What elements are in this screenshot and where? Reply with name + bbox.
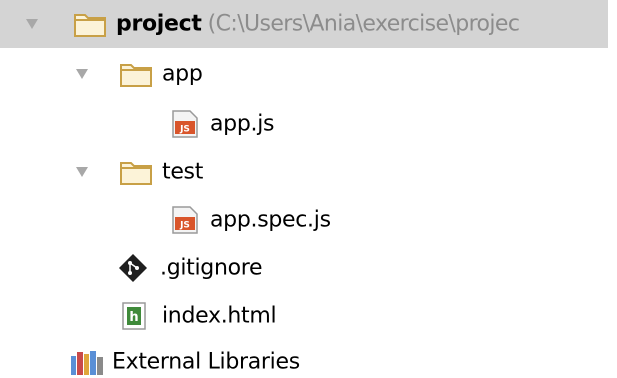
tree-node-app[interactable]: app [0, 50, 617, 98]
tree-node-app-spec-js[interactable]: JS app.spec.js [0, 196, 617, 244]
project-tree: project (C:\Users\Ania\exercise\projec ap… [0, 0, 617, 378]
tree-node-label: app [162, 61, 203, 87]
html-file-icon: h [122, 302, 146, 330]
folder-icon [120, 64, 152, 87]
gitignore-icon [119, 254, 147, 282]
project-path: (C:\Users\Ania\exercise\projec [207, 11, 520, 37]
tree-node-gitignore[interactable]: .gitignore [0, 244, 617, 292]
js-file-icon: JS [172, 206, 198, 234]
libraries-icon [71, 351, 103, 375]
tree-node-index-html[interactable]: h index.html [0, 292, 617, 340]
tree-node-test[interactable]: test [0, 148, 617, 196]
tree-node-label: External Libraries [112, 349, 300, 375]
svg-text:JS: JS [179, 125, 190, 135]
tree-node-project[interactable]: project (C:\Users\Ania\exercise\projec [0, 0, 608, 48]
tree-node-app-js[interactable]: JS app.js [0, 100, 617, 148]
chevron-down-icon[interactable] [76, 69, 88, 79]
chevron-down-icon[interactable] [26, 19, 38, 29]
folder-icon [120, 162, 152, 185]
folder-icon [74, 14, 106, 37]
tree-node-label: test [162, 159, 204, 185]
svg-text:JS: JS [179, 221, 190, 231]
js-file-icon: JS [172, 110, 198, 138]
chevron-down-icon[interactable] [76, 167, 88, 177]
tree-node-label: .gitignore [160, 255, 263, 281]
tree-node-label: index.html [162, 303, 277, 329]
tree-node-label: app.spec.js [210, 207, 331, 233]
tree-node-external-libraries[interactable]: External Libraries [0, 338, 617, 378]
svg-text:h: h [129, 310, 138, 325]
tree-node-label: app.js [210, 111, 275, 137]
project-name: project [116, 11, 202, 37]
